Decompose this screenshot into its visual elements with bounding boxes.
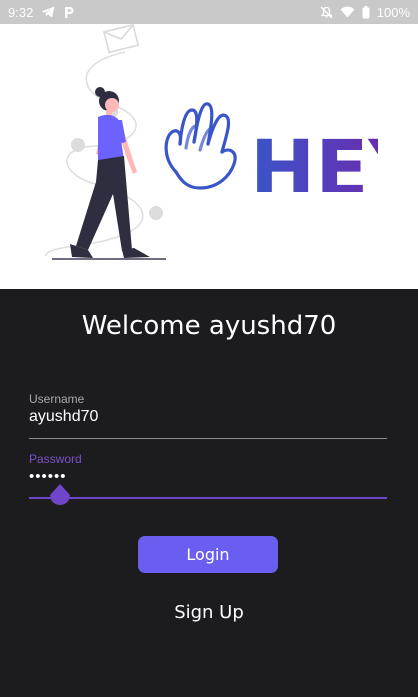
hey-logo-text: HEY — [250, 125, 378, 192]
mute-icon — [320, 6, 333, 19]
status-bar: 9:32 100% — [0, 0, 418, 24]
hero-banner: HEY — [0, 24, 418, 289]
password-input[interactable]: •••••• — [29, 468, 387, 485]
hey-logo: HEY — [164, 102, 378, 192]
username-field[interactable]: Username ayushd70 — [29, 392, 387, 439]
password-field[interactable]: Password •••••• — [29, 452, 387, 499]
login-panel: Welcome ayushd70 Username ayushd70 Passw… — [0, 289, 418, 697]
page-title: Welcome ayushd70 — [81, 311, 337, 341]
text-cursor-handle-icon[interactable] — [49, 484, 71, 512]
signup-link[interactable]: Sign Up — [0, 602, 418, 623]
parking-icon — [63, 6, 75, 19]
status-time: 9:32 — [8, 4, 34, 20]
password-underline — [29, 497, 387, 499]
telegram-icon — [41, 6, 55, 18]
username-underline — [29, 438, 387, 439]
username-label: Username — [29, 392, 85, 406]
login-button[interactable]: Login — [138, 536, 278, 573]
battery-icon — [362, 5, 370, 19]
wifi-icon — [340, 6, 355, 18]
battery-percent: 100% — [376, 4, 410, 20]
password-label: Password — [29, 452, 82, 466]
username-input[interactable]: ayushd70 — [29, 408, 387, 426]
